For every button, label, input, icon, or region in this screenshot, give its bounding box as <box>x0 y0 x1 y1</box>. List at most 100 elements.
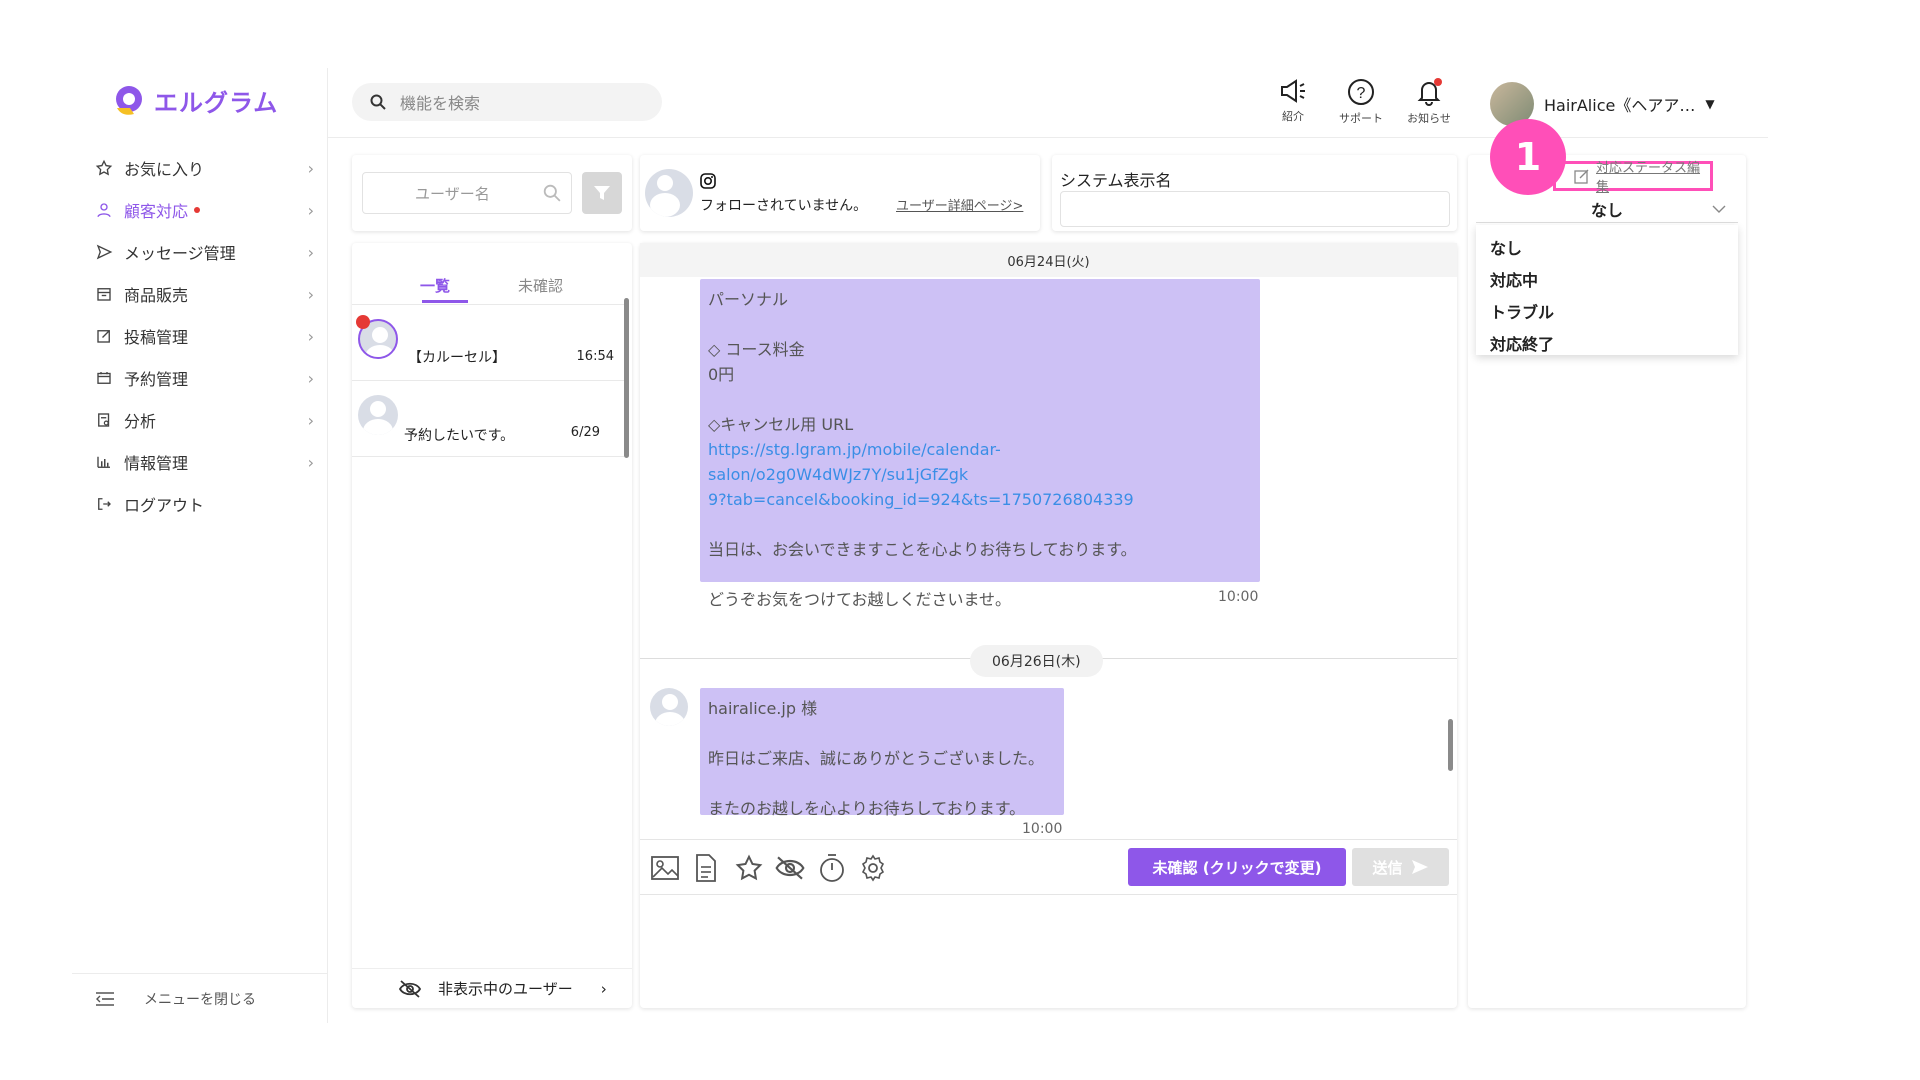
sidebar-item-label: お気に入り <box>124 160 205 179</box>
sidebar-item-products[interactable]: 商品販売 › <box>94 274 314 314</box>
introduce-button[interactable]: 紹介 <box>1263 78 1323 124</box>
store-icon <box>94 284 114 304</box>
report-icon <box>94 410 114 430</box>
notifications-button[interactable]: お知らせ <box>1399 78 1459 126</box>
close-menu-button[interactable]: メニューを閉じる <box>72 973 328 1023</box>
chat-scrollbar[interactable] <box>1448 719 1453 771</box>
step-callout-badge: 1 <box>1490 119 1566 195</box>
list-item[interactable]: 予約したいです。 6/29 <box>352 381 624 457</box>
app-logo[interactable]: エルグラム <box>112 83 278 118</box>
search-icon <box>370 94 386 110</box>
sidebar-item-messages[interactable]: メッセージ管理 › <box>94 232 314 272</box>
search-icon <box>543 184 561 202</box>
sidebar-item-label: 情報管理 <box>124 454 189 473</box>
cancel-url-link[interactable]: https://stg.lgram.jp/mobile/calendar-sal… <box>708 437 1252 487</box>
status-option-done[interactable]: 対応終了 <box>1490 331 1554 355</box>
message-bubble: hairalice.jp 様 昨日はご来店、誠にありがとうございました。 またの… <box>700 688 1064 818</box>
message-bubble: パーソナル ◇ コース料金 0円 ◇キャンセル用 URL https://stg… <box>700 279 1260 609</box>
chevron-right-icon: › <box>307 158 314 178</box>
sidebar-item-posts[interactable]: 投稿管理 › <box>94 316 314 356</box>
system-name-label: システム表示名 <box>1060 171 1172 190</box>
avatar <box>358 395 398 435</box>
logout-icon <box>94 494 114 514</box>
image-icon[interactable] <box>650 854 680 882</box>
sidebar-item-label: 顧客対応 <box>124 202 189 221</box>
send-icon <box>94 242 114 262</box>
sidebar-item-customer[interactable]: 顧客対応 › <box>94 190 314 230</box>
instagram-icon <box>700 173 716 189</box>
tab-unconfirmed[interactable]: 未確認 <box>518 275 563 296</box>
list-item[interactable]: 【カルーセル】 16:54 <box>352 305 624 381</box>
search-placeholder: 機能を検索 <box>400 94 481 113</box>
person-icon <box>94 200 114 220</box>
status-edit-link[interactable]: 対応ステータス編集 <box>1596 157 1710 195</box>
sidebar-item-label: 商品販売 <box>124 286 189 305</box>
eye-off-icon[interactable] <box>774 855 806 881</box>
sidebar-item-favorites[interactable]: お気に入り › <box>94 148 314 188</box>
app-name: エルグラム <box>154 89 279 117</box>
status-option-none[interactable]: なし <box>1490 235 1522 259</box>
send-label: 送信 <box>1372 858 1403 877</box>
user-name: HairAlice《ヘアア… <box>1544 96 1696 115</box>
sidebar-item-logout[interactable]: ログアウト <box>94 484 314 524</box>
user-name-search[interactable]: ユーザー名 <box>362 172 572 214</box>
sidebar-item-reservations[interactable]: 予約管理 › <box>94 358 314 398</box>
status-option-trouble[interactable]: トラブル <box>1490 299 1554 323</box>
hidden-users-label: 非表示中のユーザー <box>438 980 573 998</box>
status-option-in-progress[interactable]: 対応中 <box>1490 267 1538 291</box>
hidden-users-button[interactable]: 非表示中のユーザー › <box>352 968 632 1008</box>
feature-search[interactable]: 機能を検索 <box>352 83 662 121</box>
tab-all[interactable]: 一覧 <box>420 275 450 296</box>
gear-icon[interactable] <box>858 853 888 883</box>
status-dropdown-menu: なし 対応中 トラブル 対応終了 <box>1476 225 1738 355</box>
cancel-url-link-cont[interactable]: 9?tab=cancel&booking_id=924&ts=175072680… <box>708 487 1252 512</box>
message-line: 0円 <box>708 365 735 384</box>
notifications-label: お知らせ <box>1407 112 1451 125</box>
timer-icon[interactable] <box>818 852 846 884</box>
tab-active-indicator <box>422 300 468 303</box>
chevron-right-icon: › <box>307 284 314 304</box>
user-search-panel: ユーザー名 <box>352 155 632 231</box>
system-name-input[interactable] <box>1060 191 1450 227</box>
profile-panel: フォローされていません。 ユーザー詳細ページ> <box>640 155 1040 231</box>
list-scrollbar[interactable] <box>624 298 629 458</box>
avatar <box>645 169 693 217</box>
filter-button[interactable] <box>582 172 622 214</box>
user-detail-link[interactable]: ユーザー詳細ページ> <box>896 195 1023 214</box>
chevron-right-icon: › <box>307 410 314 430</box>
edit-icon <box>94 326 114 346</box>
send-button[interactable]: 送信 <box>1352 848 1449 886</box>
document-icon[interactable] <box>694 853 718 883</box>
chevron-down-icon <box>1712 205 1726 213</box>
eye-off-icon <box>398 979 422 998</box>
support-button[interactable]: ? サポート <box>1331 78 1391 126</box>
chevron-right-icon: › <box>307 200 314 220</box>
unread-dot <box>356 315 370 329</box>
message-time: 16:54 <box>576 349 614 364</box>
avatar <box>650 688 688 726</box>
last-message: 【カルーセル】 <box>408 350 506 366</box>
star-icon[interactable] <box>734 853 764 883</box>
message-input[interactable] <box>640 895 1457 1008</box>
sidebar-item-info[interactable]: 情報管理 › <box>94 442 314 482</box>
star-icon <box>94 158 114 178</box>
date-separator: 06月26日(木) <box>970 645 1103 677</box>
message-time: 6/29 <box>570 425 600 440</box>
status-select[interactable]: なし <box>1476 195 1738 223</box>
unconfirmed-toggle-button[interactable]: 未確認 (クリックで変更) <box>1128 848 1346 886</box>
filter-icon <box>593 184 611 202</box>
edit-icon <box>1574 168 1590 184</box>
message-line: パーソナル <box>708 290 789 309</box>
introduce-label: 紹介 <box>1282 110 1304 123</box>
message-time: 10:00 <box>1218 589 1259 605</box>
sidebar-item-analytics[interactable]: 分析 › <box>94 400 314 440</box>
sidebar-item-label: 予約管理 <box>124 370 189 389</box>
follow-status: フォローされていません。 <box>700 198 868 214</box>
chevron-right-icon: › <box>307 368 314 388</box>
message-line: ◇キャンセル用 URL <box>708 415 854 434</box>
last-message: 予約したいです。 <box>404 428 515 444</box>
message-line: どうぞお気をつけてお越しくださいませ。 <box>708 590 1012 609</box>
chevron-right-icon: › <box>307 242 314 262</box>
sidebar-item-label: ログアウト <box>124 496 205 515</box>
user-list-panel: 一覧 未確認 【カルーセル】 16:54 予約したいです。 6/29 非表示中の… <box>352 243 632 1008</box>
